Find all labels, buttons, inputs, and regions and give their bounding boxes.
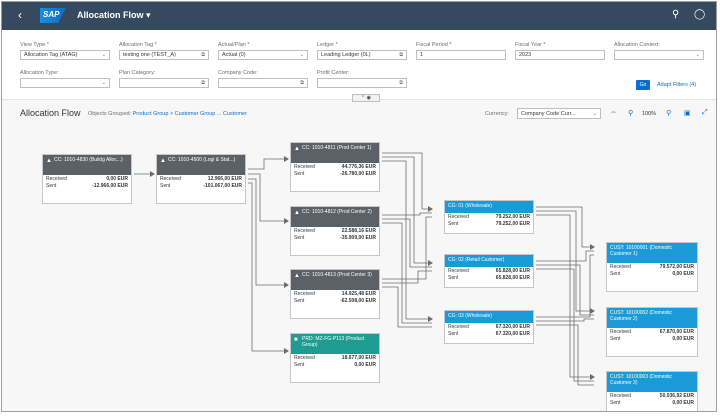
allocation-node-n7[interactable]: CG: 01 (Wholesale) Received 79.252,00 EUR… — [444, 200, 534, 234]
go-button[interactable]: Go — [636, 80, 650, 90]
graph-title: Allocation Flow — [20, 108, 81, 118]
value-help-icon[interactable]: ⧉ — [399, 52, 403, 58]
allocation-node-n9[interactable]: CG: 03 (Wholesale) Received 67.320,00 EUR… — [444, 310, 534, 344]
allocation-node-n1[interactable]: ▲ CC: 1010-4830 (Buildg Alloc...) Receive… — [42, 154, 132, 204]
chevron-down-icon: ⌄ — [695, 52, 700, 58]
collapse-header-button[interactable]: ⌃ ◉ — [352, 94, 380, 102]
allocation-tag-field: Allocation Tag * testing one (TEST_A) ⧉ — [119, 42, 209, 60]
graph-toolbar: Allocation Flow Objects Grouped: Product… — [2, 105, 716, 123]
currency-label: Currency: — [485, 111, 509, 117]
actual-plan-field: Actual/Plan * Actual (0) ⌄ — [218, 42, 308, 60]
value-help-icon[interactable]: ⧉ — [300, 80, 304, 86]
allocation-node-n8[interactable]: CG: 02 (Retail Customer) Received 65.828,… — [444, 254, 534, 288]
plan-category-input[interactable]: ⧉ — [119, 78, 209, 88]
fiscal-year-field: Fiscal Year * 2023 — [515, 42, 605, 60]
zoom-level: 100% — [642, 111, 657, 117]
profit-center-input[interactable]: ⧉ — [317, 78, 407, 88]
chevron-down-icon: ⌄ — [101, 52, 106, 58]
chevron-down-icon: ▾ — [146, 10, 151, 20]
allocation-node-n12[interactable]: CUST: 10100003 (Domestic Customer 3) Rec… — [606, 371, 698, 411]
fit-to-screen-icon[interactable]: ⇔ — [610, 109, 617, 116]
chevron-down-icon: ⌄ — [101, 80, 106, 86]
search-icon[interactable]: ⚲ — [672, 9, 679, 20]
shell-bar: ‹ SAP Allocation Flow ▾ ⚲ ◯ — [2, 2, 716, 30]
chevron-down-icon: ⌄ — [299, 52, 304, 58]
profit-center-field: Profit Center: ⧉ — [317, 70, 407, 88]
cost-center-icon: ▲ — [294, 273, 300, 279]
cost-center-icon: ▲ — [294, 210, 300, 216]
connector-arrow — [428, 260, 433, 266]
cost-center-icon: ▲ — [46, 158, 52, 164]
view-type-select[interactable]: Allocation Tag (ATAG) ⌄ — [20, 50, 110, 60]
product-icon: ■ — [294, 337, 298, 343]
sap-logo[interactable]: SAP — [40, 8, 66, 23]
currency-select[interactable]: Company Code Curr... ⌄ — [517, 108, 601, 119]
connector-arrow — [284, 348, 289, 354]
allocation-node-n6[interactable]: ■ PRD: MZ-FG-P113 (Product Group) Receive… — [290, 333, 380, 383]
connector-arrow — [590, 308, 595, 314]
ledger-field: Ledger * Leading Ledger (0L) ⧉ — [317, 42, 407, 60]
allocation-node-n4[interactable]: ▲ CC: 1010-4812 (Prod Center 2) Received 2… — [290, 206, 380, 256]
allocation-node-n3[interactable]: ▲ CC: 1010-4811 (Prod Center 1) Received 4… — [290, 142, 380, 192]
pin-icon: ◉ — [366, 95, 371, 101]
allocation-node-n2[interactable]: ▲ CC: 1010-4500 (Logi & Stat...) Received… — [156, 154, 246, 204]
allocation-node-n5[interactable]: ▲ CC: 1010-4813 (Prod Center 3) Received 1… — [290, 269, 380, 319]
allocation-node-n10[interactable]: CUST: 10100001 (Domestic Customer 1) Rec… — [606, 242, 698, 292]
connector-arrow — [428, 206, 433, 212]
back-arrow-icon[interactable]: ‹ — [18, 8, 22, 22]
connector-arrow — [150, 171, 155, 177]
allocation-type-field: Allocation Type: ⌄ — [20, 70, 110, 88]
objects-grouped: Objects Grouped: Product Group > Custome… — [88, 111, 247, 117]
fullscreen-icon[interactable]: ⤢ — [702, 109, 708, 117]
cost-center-icon: ▲ — [294, 146, 300, 152]
connector-arrow — [428, 316, 433, 322]
allocation-graph-canvas[interactable]: ▲ CC: 1010-4830 (Buildg Alloc...) Receive… — [2, 123, 716, 411]
value-help-icon[interactable]: ⧉ — [201, 80, 205, 86]
plan-category-field: Plan Category: ⧉ — [119, 70, 209, 88]
actual-plan-select[interactable]: Actual (0) ⌄ — [218, 50, 308, 60]
connector-arrow — [590, 244, 595, 250]
value-help-icon[interactable]: ⧉ — [201, 52, 205, 58]
allocation-context-select[interactable]: ⌄ — [614, 50, 704, 60]
zoom-out-icon[interactable]: ⚲ — [666, 109, 671, 117]
app-frame: ‹ SAP Allocation Flow ▾ ⚲ ◯ View Type * … — [1, 1, 717, 412]
value-help-icon[interactable]: ⧉ — [399, 80, 403, 86]
zoom-in-icon[interactable]: ⚲ — [628, 109, 633, 117]
adapt-filters-link[interactable]: Adapt Filters (4) — [657, 82, 696, 88]
view-type-field: View Type * Allocation Tag (ATAG) ⌄ — [20, 42, 110, 60]
user-icon[interactable]: ◯ — [694, 9, 705, 20]
company-code-field: Company Code: ⧉ — [218, 70, 308, 88]
legend-icon[interactable]: ▣ — [684, 109, 691, 117]
objects-grouped-link[interactable]: Product Group > Customer Group ... Custo… — [133, 111, 247, 117]
filter-bar: View Type * Allocation Tag (ATAG) ⌄ Alloc… — [2, 30, 716, 100]
cost-center-icon: ▲ — [160, 158, 166, 164]
connector-arrow — [284, 282, 289, 288]
ledger-input[interactable]: Leading Ledger (0L) ⧉ — [317, 50, 407, 60]
allocation-tag-input[interactable]: testing one (TEST_A) ⧉ — [119, 50, 209, 60]
allocation-node-n11[interactable]: CUST: 10100002 (Domestic Customer 2) Rec… — [606, 307, 698, 357]
chevron-down-icon: ⌄ — [592, 111, 597, 117]
app-title[interactable]: Allocation Flow ▾ — [77, 10, 151, 21]
connector-arrow — [284, 156, 289, 162]
allocation-type-select[interactable]: ⌄ — [20, 78, 110, 88]
fiscal-period-input[interactable]: 1 — [416, 50, 506, 60]
connector-arrow — [590, 374, 595, 380]
chevron-up-icon: ⌃ — [361, 95, 366, 101]
fiscal-period-field: Fiscal Period * 1 — [416, 42, 506, 60]
fiscal-year-input[interactable]: 2023 — [515, 50, 605, 60]
company-code-input[interactable]: ⧉ — [218, 78, 308, 88]
allocation-context-field: Allocation Context: ⌄ — [614, 42, 704, 60]
connector-arrow — [284, 218, 289, 224]
